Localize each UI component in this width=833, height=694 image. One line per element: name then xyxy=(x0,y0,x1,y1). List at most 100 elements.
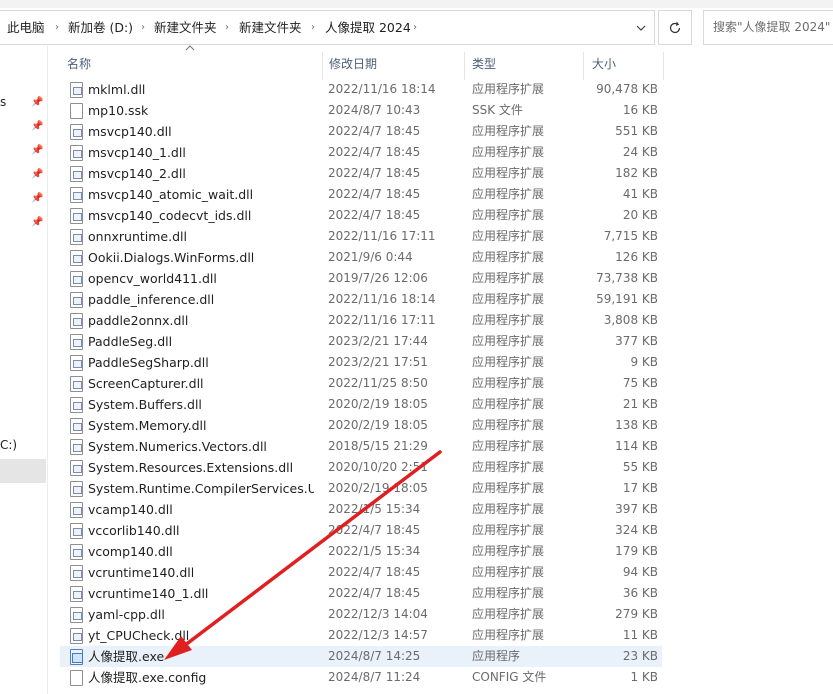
breadcrumb-separator[interactable]: › xyxy=(225,11,229,44)
table-row[interactable]: paddle2onnx.dll 2022/11/16 17:11 应用程序扩展 3,8… xyxy=(60,310,662,331)
file-name: System.Runtime.CompilerServices.Un... xyxy=(88,481,314,496)
dll-file-icon xyxy=(70,124,83,140)
breadcrumb-drive-d[interactable]: 新加卷 (D:) xyxy=(68,11,133,44)
table-row[interactable]: PaddleSegSharp.dll 2023/2/21 17:51 应用程序扩展 9… xyxy=(60,352,662,373)
file-date: 2020/2/19 18:05 xyxy=(328,481,428,495)
file-date: 2022/1/5 15:34 xyxy=(328,502,421,516)
breadcrumb-this-pc[interactable]: 此电脑 xyxy=(7,11,45,44)
dll-file-icon xyxy=(70,82,83,98)
table-row[interactable]: mp10.ssk 2024/8/7 10:43 SSK 文件 16 KB xyxy=(60,100,662,121)
breadcrumb-separator[interactable]: › xyxy=(55,11,59,44)
navigation-pane[interactable]: s 📌 📌 📌 📌 📌 📌 C:) xyxy=(0,46,47,694)
table-row[interactable]: System.Memory.dll 2020/2/19 18:05 应用程序扩展 13… xyxy=(60,415,662,436)
file-type: 应用程序扩展 xyxy=(472,586,545,600)
file-name: 人像提取.exe xyxy=(88,649,165,664)
file-name: ScreenCapturer.dll xyxy=(88,376,204,391)
dll-file-icon xyxy=(70,628,83,644)
file-date: 2020/2/19 18:05 xyxy=(328,397,428,411)
dll-file-icon xyxy=(70,229,83,245)
table-row[interactable]: PaddleSeg.dll 2023/2/21 17:44 应用程序扩展 377 KB xyxy=(60,331,662,352)
file-date: 2022/4/7 18:45 xyxy=(328,565,421,579)
file-name: msvcp140.dll xyxy=(88,124,172,139)
file-name: vcruntime140.dll xyxy=(88,565,195,580)
dll-file-icon xyxy=(70,481,83,497)
address-bar[interactable]: 此电脑 › 新加卷 (D:) › 新建文件夹 › 新建文件夹 › 人像提取 20… xyxy=(0,10,655,45)
pane-divider[interactable] xyxy=(47,46,48,694)
breadcrumb-folder-2[interactable]: 新建文件夹 xyxy=(239,11,302,44)
column-header-type[interactable]: 类型 xyxy=(465,48,583,80)
file-type: 应用程序扩展 xyxy=(472,166,545,180)
table-row[interactable]: paddle_inference.dll 2022/11/16 18:14 应用程序… xyxy=(60,289,662,310)
table-row[interactable]: msvcp140.dll 2022/4/7 18:45 应用程序扩展 551 KB xyxy=(60,121,662,142)
dll-file-icon xyxy=(70,334,83,350)
table-row[interactable]: vcomp140.dll 2022/1/5 15:34 应用程序扩展 179 KB xyxy=(60,541,662,562)
table-row[interactable]: 人像提取.exe.config 2024/8/7 11:24 CONFIG 文件 1 … xyxy=(60,667,662,688)
table-row[interactable]: msvcp140_1.dll 2022/4/7 18:45 应用程序扩展 24 KB xyxy=(60,142,662,163)
file-date: 2022/4/7 18:45 xyxy=(328,208,421,222)
table-row[interactable]: msvcp140_codecvt_ids.dll 2022/4/7 18:45 应用… xyxy=(60,205,662,226)
file-date: 2022/12/3 14:04 xyxy=(328,607,428,621)
breadcrumb-folder-1[interactable]: 新建文件夹 xyxy=(154,11,217,44)
table-row[interactable]: vcamp140.dll 2022/1/5 15:34 应用程序扩展 397 KB xyxy=(60,499,662,520)
breadcrumb-separator[interactable]: › xyxy=(413,11,417,44)
file-name: onnxruntime.dll xyxy=(88,229,187,244)
file-type: 应用程序扩展 xyxy=(472,187,545,201)
table-row[interactable]: System.Numerics.Vectors.dll 2018/5/15 21:… xyxy=(60,436,662,457)
table-row[interactable]: yt_CPUCheck.dll 2022/12/3 14:57 应用程序扩展 11 K… xyxy=(60,625,662,646)
search-box[interactable]: 搜索"人像提取 2024" xyxy=(703,10,833,45)
file-date: 2022/1/5 15:34 xyxy=(328,544,421,558)
table-row[interactable]: System.Buffers.dll 2020/2/19 18:05 应用程序扩展 2… xyxy=(60,394,662,415)
nav-item-drive-c[interactable]: C:) xyxy=(0,438,17,452)
table-row[interactable]: ScreenCapturer.dll 2022/11/25 8:50 应用程序扩展 7… xyxy=(60,373,662,394)
column-divider[interactable] xyxy=(663,52,664,80)
file-type: 应用程序扩展 xyxy=(472,250,545,264)
search-input[interactable]: 搜索"人像提取 2024" xyxy=(713,11,830,44)
table-row[interactable]: msvcp140_2.dll 2022/4/7 18:45 应用程序扩展 182 KB xyxy=(60,163,662,184)
table-row[interactable]: System.Runtime.CompilerServices.Un... 202… xyxy=(60,478,662,499)
file-type: 应用程序扩展 xyxy=(472,334,545,348)
table-row[interactable]: mklml.dll 2022/11/16 18:14 应用程序扩展 90,478 KB xyxy=(60,79,662,100)
dll-file-icon xyxy=(70,187,83,203)
file-type: 应用程序扩展 xyxy=(472,124,545,138)
file-name: System.Memory.dll xyxy=(88,418,207,433)
column-divider[interactable] xyxy=(583,52,584,80)
column-header-size[interactable]: 大小 xyxy=(585,48,663,80)
file-type: 应用程序扩展 xyxy=(472,502,545,516)
file-size: 21 KB xyxy=(622,397,658,411)
table-row[interactable]: vccorlib140.dll 2022/4/7 18:45 应用程序扩展 324 K… xyxy=(60,520,662,541)
column-header-date[interactable]: 修改日期 xyxy=(322,48,464,80)
file-size: 17 KB xyxy=(622,481,658,495)
table-row[interactable]: onnxruntime.dll 2022/11/16 17:11 应用程序扩展 7,7… xyxy=(60,226,662,247)
pin-icon: 📌 xyxy=(31,121,44,132)
table-row[interactable]: yaml-cpp.dll 2022/12/3 14:04 应用程序扩展 279 KB xyxy=(60,604,662,625)
file-date: 2022/11/16 18:14 xyxy=(328,292,436,306)
table-row[interactable]: msvcp140_atomic_wait.dll 2022/4/7 18:45 应用… xyxy=(60,184,662,205)
breadcrumb-separator[interactable]: › xyxy=(141,11,145,44)
table-row[interactable]: vcruntime140.dll 2022/4/7 18:45 应用程序扩展 94 K… xyxy=(60,562,662,583)
column-header-name[interactable]: 名称 xyxy=(60,48,322,80)
nav-item-selected[interactable] xyxy=(0,459,46,483)
nav-item-fragment[interactable]: s xyxy=(0,95,6,109)
dll-file-icon xyxy=(70,313,83,329)
table-row[interactable]: vcruntime140_1.dll 2022/4/7 18:45 应用程序扩展 36… xyxy=(60,583,662,604)
file-size: 126 KB xyxy=(615,250,658,264)
table-row[interactable]: opencv_world411.dll 2019/7/26 12:06 应用程序扩展… xyxy=(60,268,662,289)
file-name: PaddleSeg.dll xyxy=(88,334,173,349)
file-name: Ookii.Dialogs.WinForms.dll xyxy=(88,250,255,265)
file-name: vcomp140.dll xyxy=(88,544,173,559)
file-name: PaddleSegSharp.dll xyxy=(88,355,209,370)
chevron-down-icon[interactable] xyxy=(628,11,654,44)
file-type: 应用程序扩展 xyxy=(472,565,545,579)
breadcrumb-current-folder[interactable]: 人像提取 2024 xyxy=(325,11,411,44)
table-row[interactable]: Ookii.Dialogs.WinForms.dll 2021/9/6 0:44 应… xyxy=(60,247,662,268)
table-row[interactable]: 人像提取.exe 2024/8/7 14:25 应用程序 23 KB xyxy=(60,646,662,667)
file-size: 36 KB xyxy=(622,586,658,600)
breadcrumb-separator[interactable]: › xyxy=(311,11,315,44)
file-type: 应用程序扩展 xyxy=(472,313,545,327)
file-name: yt_CPUCheck.dll xyxy=(88,628,190,643)
refresh-button[interactable] xyxy=(658,10,692,45)
table-row[interactable]: System.Resources.Extensions.dll 2020/10/2… xyxy=(60,457,662,478)
file-type: 应用程序扩展 xyxy=(472,208,545,222)
file-type: 应用程序扩展 xyxy=(472,376,545,390)
file-icon xyxy=(70,670,83,686)
